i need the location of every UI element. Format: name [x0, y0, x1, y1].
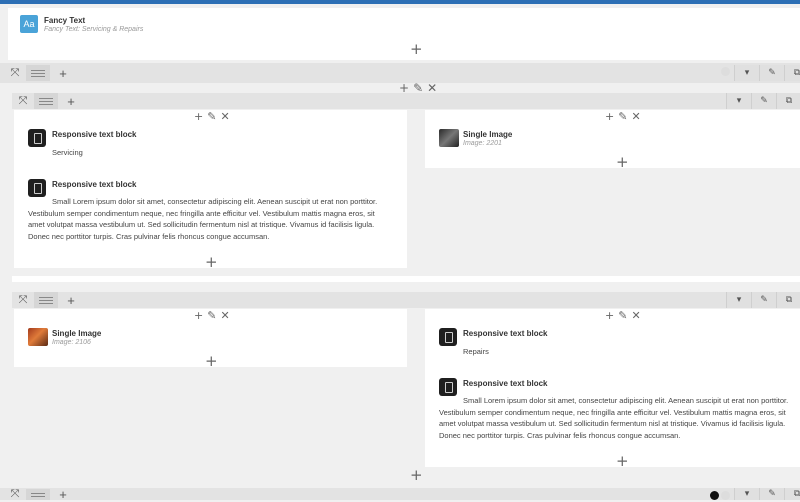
section2-row-bar — [12, 292, 800, 308]
row-menu-button[interactable] — [34, 292, 58, 308]
add-icon[interactable]: + — [194, 110, 203, 123]
single-image-subtitle: Image: 2106 — [52, 339, 91, 346]
row-controls-right: ▾ ✎ ⧉ — [734, 65, 800, 81]
column-controls: + ✎ ✕ — [605, 309, 641, 322]
image-thumbnail — [439, 129, 459, 147]
edit-icon[interactable]: ✎ — [618, 309, 627, 322]
single-image-title[interactable]: Single Image — [463, 130, 512, 139]
column-controls: + ✎ ✕ — [605, 110, 641, 123]
delete-icon[interactable]: ✕ — [631, 110, 640, 123]
add-element-button[interactable]: + — [205, 354, 218, 369]
edit-icon[interactable]: ✎ — [751, 292, 776, 308]
add-section-button[interactable]: + — [410, 468, 423, 483]
edit-icon[interactable]: ✎ — [207, 110, 216, 123]
section-divider — [12, 276, 800, 282]
expand-row-icon[interactable]: ⤧ — [4, 65, 26, 81]
add-row-button[interactable]: + — [52, 65, 74, 81]
text-block-title[interactable]: Responsive text block — [52, 180, 136, 189]
add-icon[interactable]: + — [194, 309, 203, 322]
text-block-title[interactable]: Responsive text block — [463, 329, 547, 338]
duplicate-icon[interactable]: ⧉ — [784, 65, 800, 81]
fancy-text-icon: Aa — [20, 15, 38, 33]
edit-icon[interactable]: ✎ — [759, 488, 784, 500]
add-element-button[interactable]: + — [616, 155, 629, 170]
dropdown-icon[interactable]: ▾ — [726, 292, 751, 308]
text-block-title[interactable]: Responsive text block — [52, 130, 136, 139]
edit-icon[interactable]: ✎ — [207, 309, 216, 322]
text-block-content: Small Lorem ipsum dolor sit amet, consec… — [28, 197, 378, 241]
add-element-button[interactable]: + — [410, 42, 423, 57]
text-block-icon — [439, 378, 457, 396]
bottom-row-bar — [0, 488, 800, 500]
row-menu-button[interactable] — [26, 489, 50, 500]
add-row-button[interactable]: + — [60, 292, 82, 308]
edit-icon[interactable]: ✎ — [759, 65, 784, 81]
fancy-text-panel — [8, 8, 800, 60]
add-icon[interactable]: + — [605, 110, 614, 123]
fancy-text-icon-label: Aa — [23, 19, 35, 29]
status-dot — [721, 491, 730, 500]
add-element-button[interactable]: + — [616, 454, 629, 469]
add-row-button[interactable]: + — [52, 487, 74, 502]
row-menu-button[interactable] — [34, 93, 58, 109]
image-thumbnail — [28, 328, 48, 346]
section1-row-bar — [12, 93, 800, 109]
edit-icon[interactable]: ✎ — [751, 93, 776, 109]
text-block-content: Repairs — [463, 347, 489, 356]
row-controls-right: ▾ ✎ ⧉ — [726, 292, 800, 308]
outer-row-bar — [0, 63, 800, 83]
duplicate-icon[interactable]: ⧉ — [776, 93, 800, 109]
single-image-subtitle: Image: 2201 — [463, 140, 502, 147]
expand-row-icon[interactable]: ⤧ — [12, 292, 34, 308]
add-row-button[interactable]: + — [60, 93, 82, 109]
edit-icon[interactable]: ✎ — [618, 110, 627, 123]
dropdown-icon[interactable]: ▾ — [726, 93, 751, 109]
text-block-icon — [28, 179, 46, 197]
column-controls: + ✎ ✕ — [194, 309, 230, 322]
expand-row-icon[interactable]: ⤧ — [12, 93, 34, 109]
text-block-icon — [28, 129, 46, 147]
single-image-title[interactable]: Single Image — [52, 329, 101, 338]
top-accent-bar — [0, 0, 800, 4]
dropdown-icon[interactable]: ▾ — [734, 65, 759, 81]
text-block-content: Servicing — [52, 148, 83, 157]
row-menu-button[interactable] — [26, 65, 50, 81]
text-block-content: Small Lorem ipsum dolor sit amet, consec… — [439, 396, 789, 440]
status-dot — [710, 491, 719, 500]
status-dot — [721, 67, 730, 76]
column-controls: + ✎ ✕ — [194, 110, 230, 123]
duplicate-icon[interactable]: ⧉ — [784, 488, 800, 500]
delete-icon[interactable]: ✕ — [220, 110, 229, 123]
fancy-text-title[interactable]: Fancy Text — [44, 16, 85, 25]
dropdown-icon[interactable]: ▾ — [734, 488, 759, 500]
row-controls-right: ▾ ✎ ⧉ — [726, 93, 800, 109]
delete-icon[interactable]: ✕ — [220, 309, 229, 322]
add-element-button[interactable]: + — [205, 255, 218, 270]
expand-row-icon[interactable]: ⤧ — [4, 488, 26, 500]
delete-icon[interactable]: ✕ — [631, 309, 640, 322]
duplicate-icon[interactable]: ⧉ — [776, 292, 800, 308]
fancy-text-subtitle: Fancy Text: Servicing & Repairs — [44, 26, 144, 33]
text-block-title[interactable]: Responsive text block — [463, 379, 547, 388]
text-block-icon — [439, 328, 457, 346]
add-icon[interactable]: + — [605, 309, 614, 322]
row-controls-right: ▾ ✎ ⧉ — [734, 488, 800, 500]
